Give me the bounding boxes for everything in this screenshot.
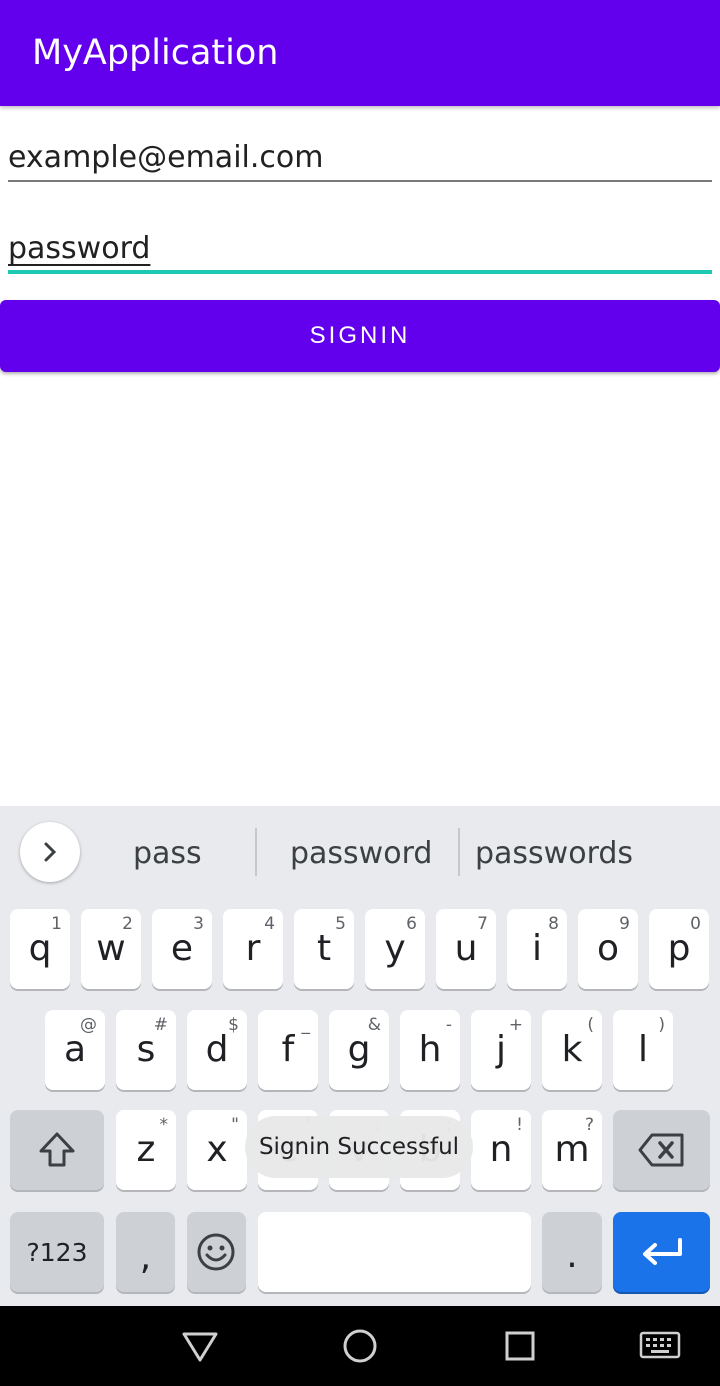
- suggestion-2[interactable]: password: [290, 834, 432, 874]
- key-n[interactable]: n!: [471, 1110, 531, 1190]
- backspace-icon: [638, 1133, 684, 1167]
- key-hint: -: [445, 1015, 452, 1035]
- system-nav-bar: [0, 1306, 720, 1386]
- key-z[interactable]: z *: [116, 1110, 176, 1190]
- key-h[interactable]: h-: [400, 1010, 460, 1090]
- period-key[interactable]: .: [542, 1212, 602, 1292]
- key-hint: 8: [548, 914, 559, 934]
- key-x[interactable]: x ": [187, 1110, 247, 1190]
- key-r[interactable]: r4: [223, 909, 283, 989]
- key-hint: 5: [335, 914, 346, 934]
- key-g[interactable]: g &: [329, 1010, 389, 1090]
- key-u[interactable]: u7: [436, 909, 496, 989]
- key-hint: @: [80, 1015, 97, 1035]
- key-hint: 1: [51, 914, 62, 934]
- enter-arrow-icon: [643, 1238, 682, 1265]
- key-hint: 4: [264, 914, 275, 934]
- key-a[interactable]: a @: [45, 1010, 105, 1090]
- key-hint: 6: [406, 914, 417, 934]
- shift-key[interactable]: [10, 1110, 104, 1190]
- key-i[interactable]: i8: [507, 909, 567, 989]
- suggestion-divider: [255, 828, 257, 876]
- chevron-right-icon: [44, 842, 57, 862]
- key-j[interactable]: j +: [471, 1010, 531, 1090]
- key-hint: 3: [193, 914, 204, 934]
- key-l[interactable]: l): [613, 1010, 673, 1090]
- key-s[interactable]: s #: [116, 1010, 176, 1090]
- key-w[interactable]: w2: [81, 909, 141, 989]
- backspace-key[interactable]: [613, 1110, 710, 1190]
- comma-key[interactable]: ,: [116, 1212, 175, 1292]
- recents-icon[interactable]: [502, 1328, 538, 1364]
- keyboard-switch-icon[interactable]: [638, 1330, 682, 1362]
- key-f[interactable]: f _: [258, 1010, 318, 1090]
- enter-key[interactable]: [613, 1212, 710, 1292]
- suggestion-1[interactable]: pass: [133, 834, 202, 874]
- emoji-key[interactable]: [187, 1212, 246, 1292]
- key-hint: ?: [584, 1115, 594, 1135]
- key-hint: 9: [619, 914, 630, 934]
- signin-button[interactable]: SIGNIN: [0, 300, 720, 372]
- suggestions-expand-button[interactable]: [20, 822, 80, 882]
- key-hint: !: [516, 1115, 523, 1135]
- app-title: MyApplication: [32, 33, 279, 73]
- email-field[interactable]: example@email.com: [8, 126, 712, 182]
- key-q[interactable]: q1: [10, 909, 70, 989]
- key-hint: (: [587, 1015, 594, 1035]
- suggestion-divider: [458, 828, 460, 876]
- symbols-key[interactable]: ?123: [10, 1212, 104, 1292]
- shift-icon: [39, 1132, 75, 1167]
- email-underline: [8, 180, 712, 182]
- key-p[interactable]: p0: [649, 909, 709, 989]
- password-value: password: [8, 231, 151, 266]
- email-value: example@email.com: [8, 140, 324, 175]
- key-hint: #: [153, 1015, 168, 1035]
- key-y[interactable]: y6: [365, 909, 425, 989]
- key-hint: ": [231, 1115, 239, 1135]
- key-k[interactable]: k(: [542, 1010, 602, 1090]
- toast-message: Signin Successful: [245, 1116, 473, 1178]
- password-underline: [8, 270, 712, 274]
- key-hint: 2: [122, 914, 133, 934]
- key-t[interactable]: t5: [294, 909, 354, 989]
- key-hint: 0: [690, 914, 701, 934]
- key-hint: &: [367, 1015, 381, 1035]
- suggestion-3[interactable]: passwords: [475, 834, 633, 874]
- key-hint: 7: [477, 914, 488, 934]
- key-hint: _: [301, 1015, 311, 1035]
- home-icon[interactable]: [340, 1326, 380, 1366]
- key-hint: ): [658, 1015, 665, 1035]
- key-hint: *: [159, 1115, 169, 1135]
- password-field[interactable]: password: [8, 217, 712, 274]
- key-hint: $: [228, 1015, 239, 1035]
- space-key[interactable]: [258, 1212, 531, 1292]
- emoji-icon: [197, 1233, 235, 1271]
- key-hint: +: [508, 1015, 523, 1035]
- key-e[interactable]: e3: [152, 909, 212, 989]
- app-bar: MyApplication: [0, 0, 720, 106]
- key-o[interactable]: o9: [578, 909, 638, 989]
- back-icon[interactable]: [180, 1328, 220, 1364]
- key-d[interactable]: d $: [187, 1010, 247, 1090]
- key-m[interactable]: m?: [542, 1110, 602, 1190]
